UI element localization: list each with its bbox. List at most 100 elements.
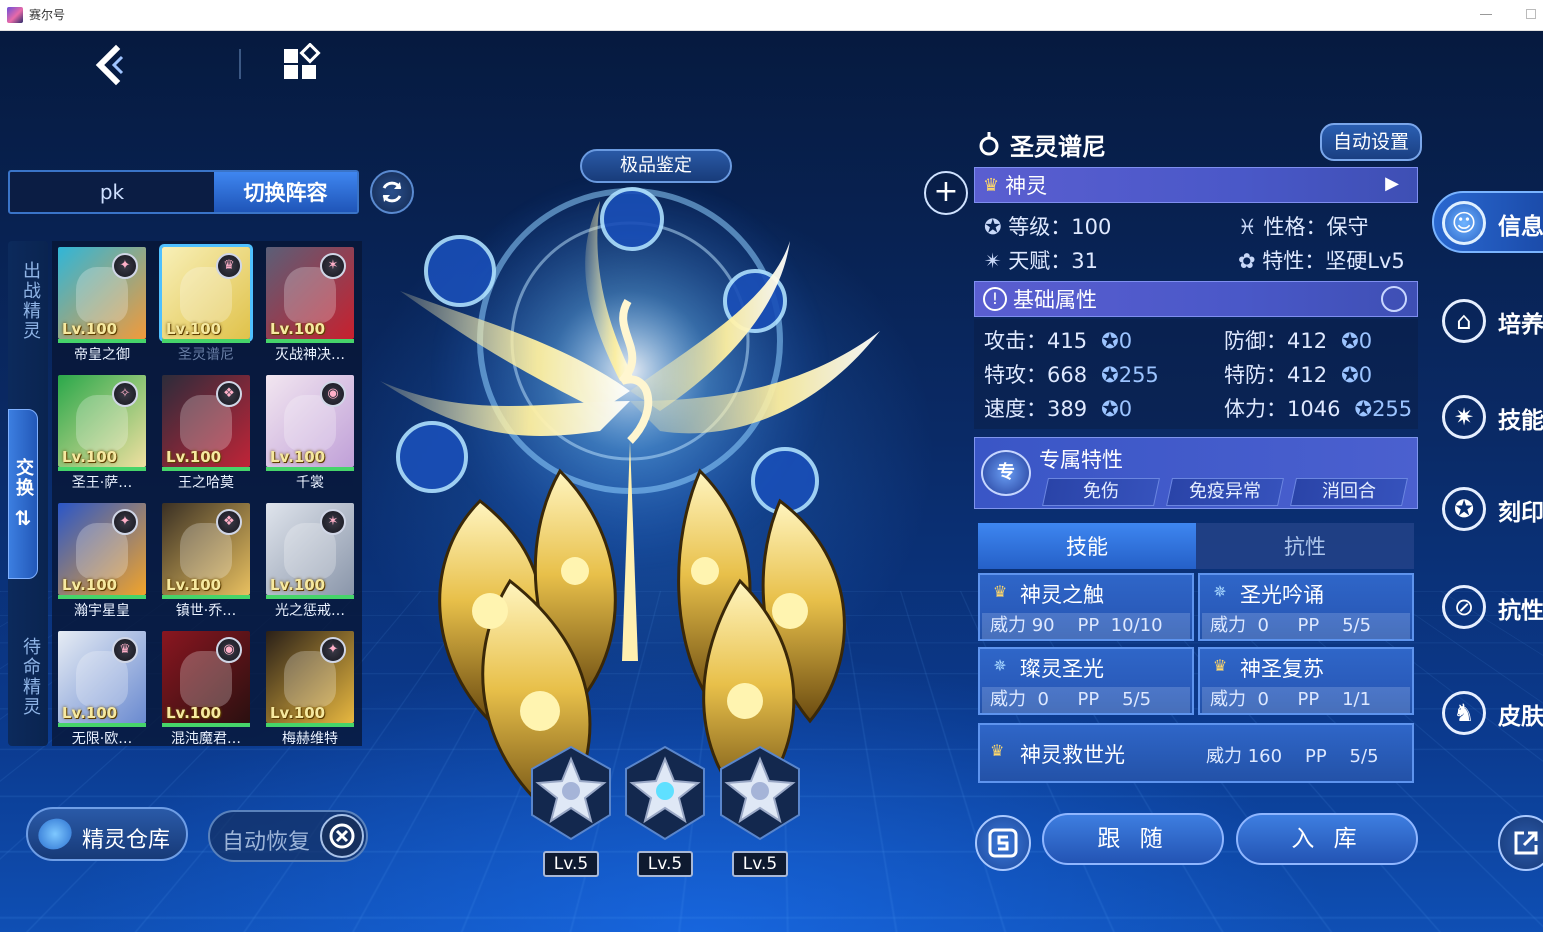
maximize-button[interactable] — [1526, 9, 1536, 19]
exclusive-tag[interactable]: 免伤 — [1042, 478, 1160, 506]
pet-element-icon: ✶ — [320, 253, 346, 279]
pet-portrait: ✦ Lv.100 — [266, 631, 354, 723]
pet-card[interactable]: ◉ Lv.100 千裳 — [262, 371, 358, 493]
skill-name: 圣光吟诵 — [1240, 579, 1324, 609]
pet-card[interactable]: ♛ Lv.100 无限·欧… — [54, 627, 150, 749]
skill-type-icon: ✵ — [1208, 581, 1232, 603]
pet-card[interactable]: ✧ Lv.100 圣王·萨… — [54, 371, 150, 493]
pet-level: Lv.100 — [166, 576, 221, 594]
skill-card[interactable]: ♛ 神灵之触 威力 90 PP 10/10 — [978, 573, 1194, 641]
right-menu-label: 技能 — [1498, 401, 1543, 435]
pet-name: 瀚宇星皇 — [54, 600, 150, 620]
pet-card[interactable]: ✶ Lv.100 灭战神决… — [262, 243, 358, 365]
pet-level: Lv.100 — [62, 704, 117, 722]
auto-set-button[interactable]: 自动设置 — [1320, 123, 1422, 161]
base-attr-bar: ! 基础属性 — [974, 281, 1418, 317]
tab-skills[interactable]: 技能 — [978, 523, 1196, 569]
pet-card[interactable]: ◉ Lv.100 混沌魔君… — [158, 627, 254, 749]
pet-level: Lv.100 — [270, 704, 325, 722]
ev-icon: ✪ — [1341, 363, 1359, 387]
swap-label: 交换 — [10, 458, 36, 498]
tab-pk[interactable]: pk — [10, 172, 214, 212]
stat-item: 攻击：415 ✪0 — [984, 325, 1132, 355]
pet-card[interactable]: ✶ Lv.100 光之惩戒… — [262, 499, 358, 621]
right-menu-skin[interactable]: ♞ 皮肤 — [1436, 683, 1543, 743]
right-menu-engrave[interactable]: ✪ 刻印 — [1436, 479, 1543, 539]
pet-card[interactable]: ❖ Lv.100 王之哈莫 — [158, 371, 254, 493]
skill-icon: ✷ — [1442, 395, 1486, 439]
auto-recover-label: 自动恢复 — [222, 824, 310, 856]
pet-portrait: ✧ Lv.100 — [58, 375, 146, 467]
pet-card[interactable]: ♛ Lv.100 圣灵谱尼 — [158, 243, 254, 365]
stat-label: 特防：412 — [1224, 363, 1327, 387]
pet-level: Lv.100 — [166, 448, 221, 466]
skin-icon: ♞ — [1442, 691, 1486, 735]
pet-name: 千裳 — [262, 472, 358, 492]
pet-portrait: ✦ Lv.100 — [58, 503, 146, 595]
appraise-button[interactable]: 极品鉴定 — [580, 149, 732, 183]
ultimate-skill[interactable]: ♛ 神灵救世光 威力 160 PP 5/5 — [978, 723, 1414, 783]
right-menu-label: 皮肤 — [1498, 697, 1543, 731]
pet-card[interactable]: ✦ Lv.100 帝皇之御 — [54, 243, 150, 365]
menu-button[interactable] — [280, 43, 324, 87]
tab-switch-team[interactable]: 切换阵容 — [214, 172, 357, 212]
back-button[interactable] — [86, 43, 136, 87]
auto-recover-button[interactable]: 自动恢复 — [208, 810, 368, 862]
info-circle-icon: ! — [983, 287, 1007, 311]
pet-card[interactable]: ✦ Lv.100 瀚宇星皇 — [54, 499, 150, 621]
gem-level: Lv.5 — [543, 851, 599, 877]
stat-ev: 0 — [1359, 329, 1372, 353]
gem-star-icon — [717, 745, 803, 841]
skill-card[interactable]: ♛ 神圣复苏 威力 0 PP 1/1 — [1198, 647, 1414, 715]
gem-level: Lv.5 — [637, 851, 693, 877]
type-label: 神灵 — [1005, 170, 1047, 200]
right-menu-skill[interactable]: ✷ 技能 — [1436, 387, 1543, 447]
pet-element-icon: ✦ — [112, 509, 138, 535]
exclusive-icon: 专 — [981, 450, 1031, 496]
pet-card[interactable]: ✦ Lv.100 梅赫维特 — [262, 627, 358, 749]
swap-button[interactable]: 交换 ⇅ — [8, 409, 38, 579]
pet-name: 王之哈莫 — [158, 472, 254, 492]
stat-ev: 255 — [1119, 363, 1159, 387]
add-button[interactable]: + — [924, 171, 968, 215]
exclusive-tag[interactable]: 免疫异常 — [1166, 478, 1284, 506]
right-menu-info-face[interactable]: ☺ 信息 — [1436, 193, 1543, 253]
ev-icon: ✪ — [1101, 329, 1119, 353]
store-button[interactable]: 入 库 — [1236, 813, 1418, 865]
skill-card[interactable]: ✵ 圣光吟诵 威力 0 PP 5/5 — [1198, 573, 1414, 641]
pet-element-icon: ✦ — [320, 637, 346, 663]
tab-resist[interactable]: 抗性 — [1196, 523, 1414, 569]
pet-element-icon: ♛ — [112, 637, 138, 663]
pet-card[interactable]: ❖ Lv.100 镇世·乔… — [158, 499, 254, 621]
team-tabs: pk 切换阵容 — [8, 170, 359, 214]
ev-icon: ✪ — [1354, 397, 1372, 421]
stat-grid: 攻击：415 ✪0 防御：412 ✪0 特攻：668 ✪255 特防：412 ✪0 速度：389… — [974, 319, 1418, 429]
talent-icon: ✴ — [984, 249, 1002, 273]
cycle-icon[interactable] — [1381, 286, 1407, 312]
minimize-button[interactable] — [1480, 14, 1492, 15]
follow-button[interactable]: 跟 随 — [1042, 813, 1224, 865]
right-menu-cultivate[interactable]: ⌂ 培养 — [1436, 291, 1543, 351]
pet-level: Lv.100 — [270, 320, 325, 338]
skill-type-icon: ♛ — [990, 741, 1004, 760]
standby-pets-label: 待命精灵 — [17, 637, 43, 717]
skill-type-icon: ✵ — [988, 655, 1012, 677]
game-screen: pk 切换阵容 出战精灵 待命精灵 交换 ⇅ ✦ Lv.100 帝皇之御 ♛ Lv.10… — [0, 31, 1543, 932]
close-circle-icon — [327, 821, 357, 851]
window-title: 赛尔号 — [29, 6, 65, 23]
right-menu-resist[interactable]: ⊘ 抗性 — [1436, 577, 1543, 637]
nav-divider — [239, 49, 241, 79]
exclusive-tag[interactable]: 消回合 — [1290, 478, 1408, 506]
gem-slot[interactable] — [528, 745, 614, 841]
gem-slot[interactable] — [717, 745, 803, 841]
gem-slot[interactable] — [622, 745, 708, 841]
hero-pet-art — [360, 141, 920, 841]
skill-card[interactable]: ✵ 璨灵圣光 威力 0 PP 5/5 — [978, 647, 1194, 715]
pet-name: 光之惩戒… — [262, 600, 358, 620]
auto-recover-toggle[interactable] — [320, 814, 364, 858]
pet-name-title: 圣灵谱尼 — [1010, 127, 1106, 162]
pet-storage-button[interactable]: 精灵仓库 — [26, 807, 188, 861]
skin-s-button[interactable] — [975, 815, 1031, 871]
type-bar[interactable]: ♛ 神灵 ▶ — [974, 167, 1418, 203]
exclusive-title: 专属特性 — [1039, 444, 1123, 474]
